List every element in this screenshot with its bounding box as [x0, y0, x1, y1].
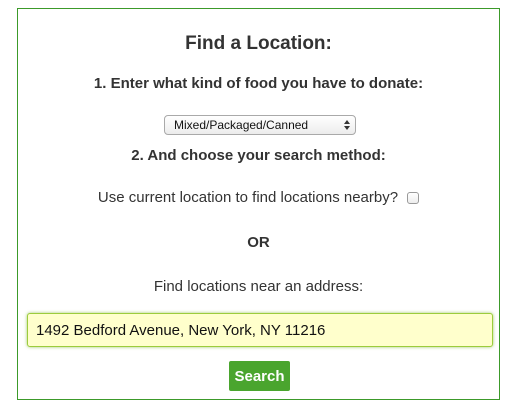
select-updown-arrows-icon — [344, 120, 350, 130]
step2-label: 2. And choose your search method: — [131, 147, 386, 164]
step1-label: 1. Enter what kind of food you have to d… — [93, 75, 424, 92]
search-button[interactable]: Search — [229, 361, 290, 391]
address-input[interactable] — [27, 313, 493, 347]
current-location-checkbox[interactable] — [407, 191, 420, 204]
page-title: Find a Location: — [185, 33, 332, 54]
current-location-row: Use current location to find locations n… — [18, 189, 499, 206]
find-location-panel: Find a Location: 1. Enter what kind of f… — [17, 8, 500, 400]
or-divider-label: OR — [247, 234, 270, 251]
address-label: Find locations near an address: — [153, 278, 364, 295]
current-location-label: Use current location to find locations n… — [97, 189, 399, 206]
food-type-select[interactable]: Mixed/Packaged/Canned — [164, 115, 356, 135]
food-type-selected-value: Mixed/Packaged/Canned — [174, 118, 309, 132]
